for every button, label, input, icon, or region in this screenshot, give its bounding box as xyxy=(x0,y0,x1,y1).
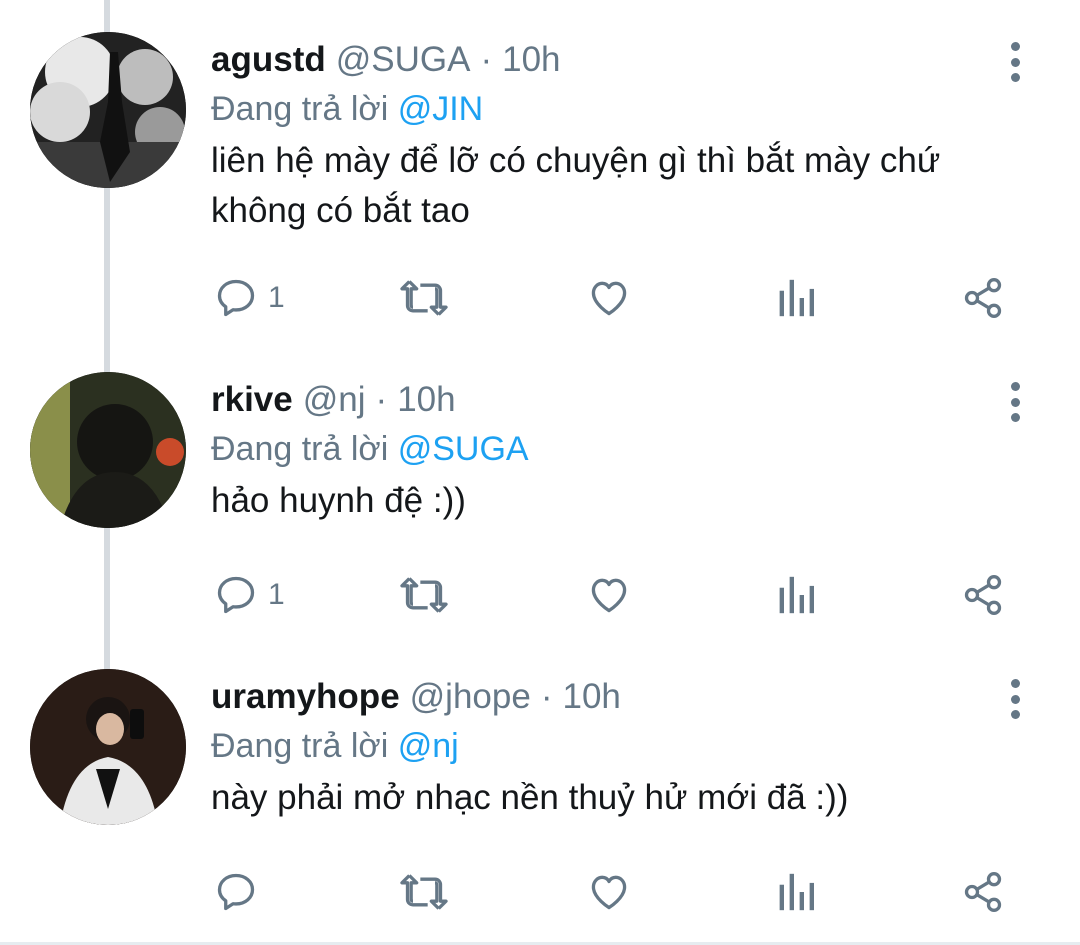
timestamp[interactable]: 10h xyxy=(502,32,560,88)
tweet-text: liên hệ mày để lỡ có chuyện gì thì bắt m… xyxy=(211,141,941,230)
like-button[interactable] xyxy=(586,862,632,922)
like-button[interactable] xyxy=(586,565,632,625)
separator: · xyxy=(540,677,553,716)
analytics-button[interactable] xyxy=(776,268,816,328)
display-name[interactable]: uramyhope xyxy=(211,669,400,725)
display-name[interactable]: rkive xyxy=(211,372,293,428)
reply-button[interactable]: 1 xyxy=(214,565,285,625)
avatar-image xyxy=(30,669,186,825)
reply-context: Đang trả lời @SUGA xyxy=(211,424,529,474)
mention-link[interactable]: @JIN xyxy=(398,90,484,128)
retweet-icon xyxy=(400,874,448,910)
mention-link[interactable]: @nj xyxy=(398,727,459,765)
avatar[interactable] xyxy=(30,669,186,825)
like-icon xyxy=(591,281,627,316)
action-bar: 1 xyxy=(0,268,1080,328)
reply-icon xyxy=(217,576,255,614)
retweet-button[interactable] xyxy=(398,862,450,922)
avatar-image xyxy=(30,32,186,188)
reply-count: 1 xyxy=(268,281,285,314)
more-icon[interactable] xyxy=(1000,679,1030,719)
display-name[interactable]: agustd xyxy=(211,32,326,88)
reply-prefix: Đang trả lời xyxy=(211,430,389,468)
reply-icon xyxy=(217,873,255,911)
reply-context: Đang trả lời @JIN xyxy=(211,84,483,134)
like-button[interactable] xyxy=(586,268,632,328)
retweet-button[interactable] xyxy=(398,565,450,625)
avatar-image xyxy=(30,372,186,528)
analytics-icon xyxy=(779,576,814,614)
share-button[interactable] xyxy=(960,862,1006,922)
action-bar xyxy=(0,862,1080,922)
more-icon[interactable] xyxy=(1000,382,1030,422)
handle[interactable]: @nj xyxy=(303,372,366,428)
timestamp[interactable]: 10h xyxy=(397,372,455,428)
timestamp[interactable]: 10h xyxy=(562,669,620,725)
reply-prefix: Đang trả lời xyxy=(211,90,389,128)
handle[interactable]: @SUGA xyxy=(336,32,471,88)
tweet-text: này phải mở nhạc nền thuỷ hử mới đã :)) xyxy=(211,778,849,817)
reply-prefix: Đang trả lời xyxy=(211,727,389,765)
tweet-header: uramyhope @jhope · 10h xyxy=(211,669,621,725)
retweet-button[interactable] xyxy=(398,268,450,328)
analytics-icon xyxy=(779,873,814,911)
share-icon xyxy=(964,575,1002,615)
reply-context: Đang trả lời @nj xyxy=(211,721,459,771)
avatar[interactable] xyxy=(30,32,186,188)
share-button[interactable] xyxy=(960,268,1006,328)
handle[interactable]: @jhope xyxy=(410,669,531,725)
separator: · xyxy=(375,380,388,419)
separator: · xyxy=(480,40,493,79)
reply-button[interactable] xyxy=(214,862,268,922)
analytics-button[interactable] xyxy=(776,565,816,625)
tweet-text: hảo huynh đệ :)) xyxy=(211,481,466,520)
like-icon xyxy=(591,875,627,910)
share-icon xyxy=(964,278,1002,318)
analytics-button[interactable] xyxy=(776,862,816,922)
avatar[interactable] xyxy=(30,372,186,528)
reply-icon xyxy=(217,279,255,317)
more-icon[interactable] xyxy=(1000,42,1030,82)
share-icon xyxy=(964,872,1002,912)
tweet-header: agustd @SUGA · 10h xyxy=(211,32,561,88)
action-bar: 1 xyxy=(0,565,1080,625)
like-icon xyxy=(591,578,627,613)
retweet-icon xyxy=(400,577,448,613)
share-button[interactable] xyxy=(960,565,1006,625)
tweet-header: rkive @nj · 10h xyxy=(211,372,456,428)
analytics-icon xyxy=(779,279,814,317)
mention-link[interactable]: @SUGA xyxy=(398,430,529,468)
reply-count: 1 xyxy=(268,578,285,611)
retweet-icon xyxy=(400,280,448,316)
reply-button[interactable]: 1 xyxy=(214,268,285,328)
